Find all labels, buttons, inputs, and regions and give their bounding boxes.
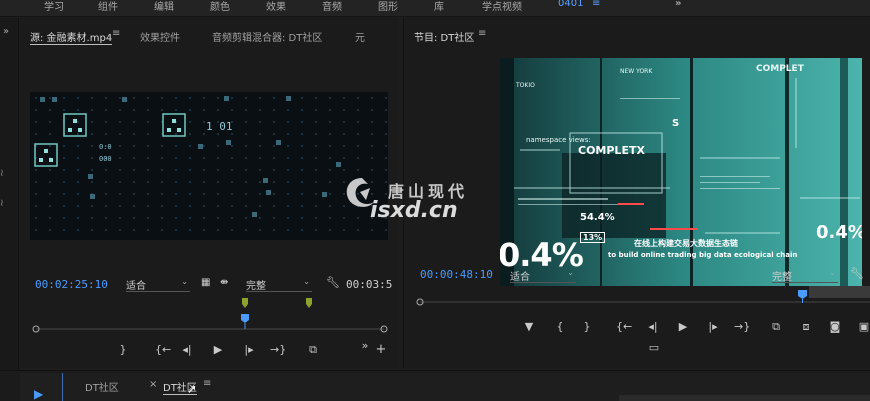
tools-strip: ▶ [20, 373, 62, 401]
timeline-tabs: DT社区 × DT社区 ≡ ➚ [62, 373, 870, 401]
source-video-digits-c: 000 [99, 155, 112, 163]
safe-margins-icon[interactable]: ▭ [647, 342, 661, 354]
video-label-completx: COMPLETX [578, 144, 645, 157]
program-playhead-timecode[interactable]: 00:00:48:10 [420, 268, 493, 281]
program-title[interactable]: 节目: DT社区 [414, 29, 474, 44]
lift-icon[interactable]: ⧉ [769, 321, 783, 333]
program-quality-dropdown[interactable]: 完整 ⌄ [772, 268, 838, 283]
go-to-in-icon[interactable]: {← [155, 344, 171, 356]
program-zoom-dropdown[interactable]: 适合 ⌄ [510, 268, 576, 283]
export-frame-icon[interactable]: ◙ [828, 321, 842, 333]
collapsed-label-2: ≀ [0, 198, 4, 209]
workspace-learn[interactable]: 学习 [44, 0, 64, 13]
program-scrubber[interactable] [404, 286, 870, 310]
source-video-graphics [30, 92, 388, 240]
source-video-digits-b: 0:0 [99, 143, 112, 151]
source-duration-timecode: 00:03:5 [346, 278, 393, 291]
workspace-color[interactable]: 颜色 [210, 0, 230, 13]
video-label-pct13: 13% [580, 232, 606, 243]
program-step-back-icon[interactable]: ◂| [646, 321, 660, 333]
program-play-icon[interactable]: ▶ [676, 321, 690, 333]
video-label-pct-right: 0.4% [816, 222, 862, 243]
tab-metadata[interactable]: 元 [355, 29, 365, 44]
watermark: 唐山现代 isxd.cn [340, 172, 530, 228]
source-video-frame: 1 01 0:0 000 [30, 92, 388, 240]
go-to-out-icon[interactable]: →} [270, 344, 286, 356]
selection-tool-icon[interactable]: ▶ [34, 387, 43, 401]
workspace-editing[interactable]: 编辑 [154, 0, 174, 13]
expand-panels-icon[interactable]: » [3, 26, 9, 37]
video-label-completx-top: COMPLET [756, 64, 804, 74]
video-label-pct54: 54.4% [580, 212, 615, 223]
chevron-down-icon: ⌄ [303, 277, 310, 286]
wrench-icon[interactable]: 🔧︎ [326, 276, 340, 289]
program-go-to-out-icon[interactable]: →} [734, 321, 750, 333]
source-zoom-value: 适合 [126, 281, 146, 292]
close-tab-icon[interactable]: × [149, 379, 157, 390]
comparison-view-icon[interactable]: ▣ [857, 321, 870, 333]
workspace-audio[interactable]: 音频 [322, 0, 342, 13]
program-mark-in-icon[interactable]: { [553, 321, 567, 333]
add-button-icon[interactable]: + [374, 343, 388, 356]
tab-effect-controls[interactable]: 效果控件 [140, 29, 180, 44]
step-forward-icon[interactable]: |▸ [242, 344, 256, 356]
caption-chinese: 在线上构建交易大数据生态链 [634, 239, 738, 248]
workspace-0401[interactable]: 0401 [558, 0, 583, 9]
program-menu-icon[interactable]: ≡ [478, 28, 486, 39]
chevron-down-icon: ⌄ [829, 268, 836, 277]
mark-out-icon[interactable]: } [116, 344, 130, 356]
tab-menu-icon[interactable]: ≡ [112, 28, 120, 39]
program-step-forward-icon[interactable]: |▸ [706, 321, 720, 333]
more-controls-icon[interactable]: » [358, 340, 372, 352]
play-icon[interactable]: ▶ [211, 344, 225, 356]
source-quality-value: 完整 [246, 281, 266, 292]
film-settings-icon[interactable]: ▦ [201, 277, 210, 288]
program-add-marker-icon[interactable]: ▼ [522, 321, 536, 333]
video-label-tokyo: TOKIO [516, 82, 535, 89]
source-video-digits: 1 01 [206, 120, 233, 133]
video-label-newyork: NEW YORK [620, 68, 653, 75]
timeline-menu-icon[interactable]: ≡ [203, 378, 211, 389]
source-quality-dropdown[interactable]: 完整 ⌄ [246, 277, 312, 292]
workspace-menu-icon[interactable]: ≡ [592, 0, 600, 9]
workspace-learn-video[interactable]: 学点视频 [482, 0, 522, 13]
tab-audio-clip-mixer[interactable]: 音频剪辑混合器: DT社区 [212, 29, 322, 44]
tab-source[interactable]: 源: 金融素材.mp4 [30, 29, 113, 45]
program-mark-out-icon[interactable]: } [580, 321, 594, 333]
workspace-bar: 学习 组件 编辑 颜色 效果 音频 图形 库 学点视频 0401 ≡ » [0, 0, 870, 17]
workspace-effects[interactable]: 效果 [266, 0, 286, 13]
program-go-to-in-icon[interactable]: {← [616, 321, 632, 333]
insert-arrow-icon[interactable]: ⇼ [220, 277, 228, 288]
timeline-area[interactable] [619, 395, 870, 401]
chevron-down-icon: ⌄ [567, 268, 574, 277]
tab-sequence-1[interactable]: DT社区 [85, 379, 119, 394]
workspace-libraries[interactable]: 库 [434, 0, 444, 13]
video-label-namespace: namespace views: [526, 136, 591, 144]
program-quality-value: 完整 [772, 272, 792, 283]
extract-icon[interactable]: ⧈ [799, 321, 813, 333]
workspace-more-icon[interactable]: » [675, 0, 681, 9]
workspace-assembly[interactable]: 组件 [98, 0, 118, 13]
program-wrench-icon[interactable]: 🔧︎ [850, 267, 864, 280]
program-video-frame: TOKIO NEW YORK COMPLET namespace views: … [500, 58, 862, 286]
caption-english: to build online trading big data ecologi… [608, 251, 798, 259]
collapsed-label: ≀ [0, 168, 4, 179]
left-panel-strip: » ≀ ≀ [0, 18, 19, 378]
watermark-en: isxd.cn [370, 198, 458, 223]
step-back-icon[interactable]: ◂| [180, 344, 194, 356]
insert-icon[interactable]: ⧉ [306, 344, 320, 356]
chevron-down-icon: ⌄ [181, 277, 188, 286]
timeline-panel: ▶ DT社区 × DT社区 ≡ ➚ [0, 370, 870, 401]
mouse-cursor-icon: ➚ [187, 382, 198, 396]
workspace-graphics[interactable]: 图形 [378, 0, 398, 13]
source-scrubber[interactable] [30, 294, 390, 334]
video-label-s: S [672, 118, 680, 129]
source-zoom-dropdown[interactable]: 适合 ⌄ [126, 277, 190, 292]
source-playhead-timecode[interactable]: 00:02:25:10 [35, 278, 108, 291]
program-zoom-value: 适合 [510, 272, 530, 283]
